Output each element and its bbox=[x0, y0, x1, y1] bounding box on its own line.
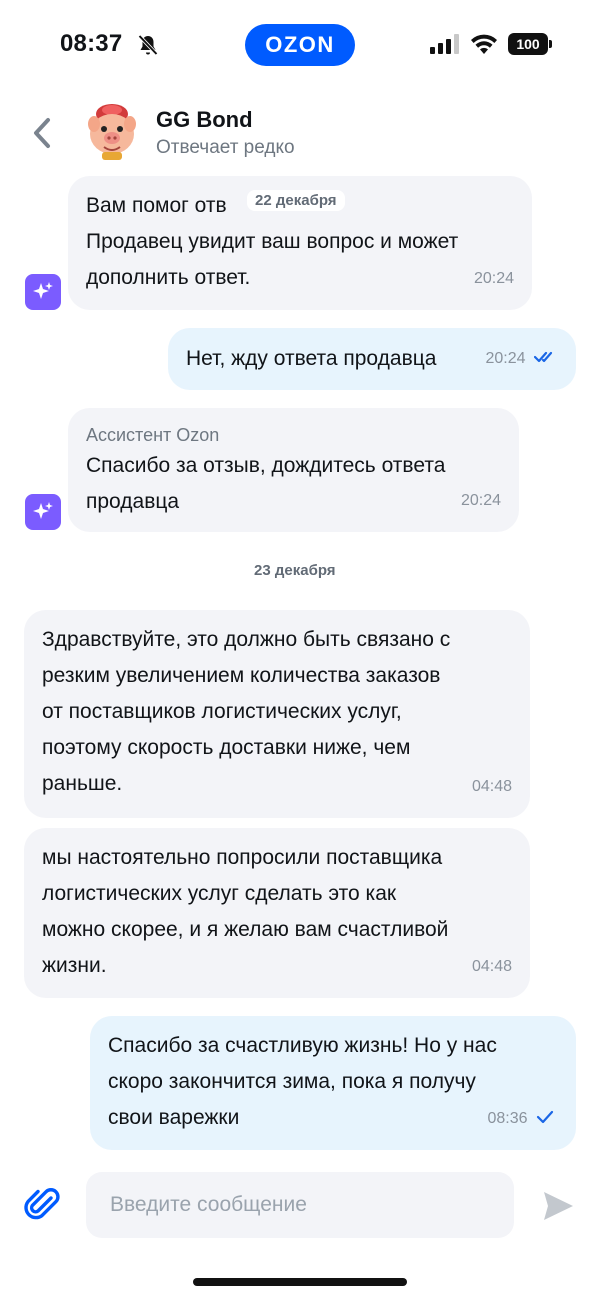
message-time-value: 08:36 bbox=[487, 1110, 528, 1127]
single-check-icon bbox=[536, 1110, 554, 1124]
message-time: 20:24 bbox=[460, 492, 501, 509]
message-time: 04:48 bbox=[471, 958, 512, 975]
message-sender: Ассистент Ozon bbox=[86, 425, 220, 445]
wifi-icon bbox=[471, 34, 497, 54]
message-time-value: 20:24 bbox=[485, 350, 526, 367]
contact-name: GG Bond bbox=[156, 107, 253, 132]
ozon-logo[interactable]: OZON bbox=[245, 24, 355, 66]
cellular-signal-icon bbox=[430, 34, 459, 54]
message-bubble-incoming[interactable]: мы настоятельно попросили поставщика лог… bbox=[24, 828, 530, 998]
sparkle-icon bbox=[25, 494, 61, 530]
message-bubble-outgoing[interactable]: Нет, жду ответа продавца 20:24 bbox=[168, 328, 576, 390]
contact-status: Отвечает редко bbox=[156, 137, 295, 158]
send-icon[interactable] bbox=[540, 1188, 576, 1224]
sticky-date-chip: 22 декабря bbox=[247, 190, 345, 211]
date-separator: 23 декабря bbox=[246, 560, 344, 581]
battery-icon: 100 bbox=[508, 33, 552, 55]
message-time: 20:24 bbox=[473, 270, 514, 287]
chevron-left-icon[interactable] bbox=[26, 114, 58, 152]
avatar[interactable] bbox=[82, 100, 142, 162]
battery-level: 100 bbox=[508, 33, 548, 55]
message-input[interactable] bbox=[86, 1172, 514, 1238]
paperclip-icon[interactable] bbox=[24, 1186, 62, 1224]
sparkle-icon bbox=[25, 274, 61, 310]
status-bar: 08:37 OZON 100 bbox=[0, 0, 600, 90]
home-indicator bbox=[193, 1278, 407, 1286]
message-text: Спасибо за отзыв, дождитесь ответа прода… bbox=[86, 454, 446, 513]
message-bubble-incoming[interactable]: Ассистент Ozon Спасибо за отзыв, дождите… bbox=[68, 408, 519, 532]
double-check-icon bbox=[534, 351, 553, 363]
muted-bell-icon bbox=[138, 34, 158, 56]
message-bubble-outgoing[interactable]: Спасибо за счастливую жизнь! Но у нас ск… bbox=[90, 1016, 576, 1150]
message-time: 20:24 bbox=[486, 341, 559, 377]
message-input-container[interactable] bbox=[86, 1172, 514, 1238]
status-time: 08:37 bbox=[60, 30, 123, 57]
message-time: 04:48 bbox=[471, 778, 512, 795]
message-bubble-incoming[interactable]: Здравствуйте, это должно быть связано с … bbox=[24, 610, 530, 818]
message-text: Здравствуйте, это должно быть связано с … bbox=[42, 628, 451, 795]
message-text: мы настоятельно попросили поставщика лог… bbox=[42, 846, 449, 977]
message-time: 08:36 bbox=[488, 1101, 555, 1137]
